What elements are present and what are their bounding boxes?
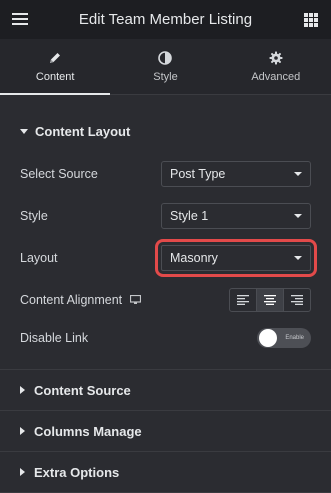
section-title: Content Source — [34, 382, 131, 398]
desktop-icon[interactable] — [130, 295, 142, 305]
panel-tabs: Content Style Advanced — [0, 39, 331, 95]
tab-style-label: Style — [153, 71, 178, 83]
content-alignment-label-wrap: Content Alignment — [20, 293, 142, 307]
tab-style[interactable]: Style — [110, 39, 220, 94]
content-alignment-row: Content Alignment — [20, 279, 311, 321]
extra-options-section[interactable]: Extra Options — [0, 452, 331, 493]
content-alignment-label: Content Alignment — [20, 293, 123, 307]
widgets-grid-icon[interactable] — [304, 13, 318, 27]
section-title: Content Layout — [35, 123, 131, 139]
style-value: Style 1 — [170, 209, 209, 223]
disable-link-label: Disable Link — [20, 331, 89, 345]
disable-link-toggle[interactable]: Enable — [257, 328, 311, 348]
caret-right-icon — [20, 386, 25, 394]
chevron-down-icon — [294, 256, 302, 260]
alignment-button-group — [229, 288, 311, 312]
align-right-icon — [291, 295, 303, 305]
select-source-label: Select Source — [20, 167, 98, 181]
tab-advanced[interactable]: Advanced — [221, 39, 331, 94]
align-center-button[interactable] — [257, 289, 284, 311]
half-circle-icon — [158, 50, 173, 66]
select-source-value: Post Type — [170, 167, 226, 181]
tab-content[interactable]: Content — [0, 39, 111, 95]
style-label: Style — [20, 209, 48, 223]
chevron-down-icon — [294, 172, 302, 176]
content-source-section[interactable]: Content Source — [0, 370, 331, 411]
layout-row: Layout Masonry — [20, 237, 317, 279]
caret-right-icon — [20, 427, 25, 435]
content-layout-section: Content Layout Select Source Post Type S… — [0, 95, 331, 370]
panel-title: Edit Team Member Listing — [78, 11, 253, 28]
layout-label: Layout — [20, 251, 58, 265]
gear-icon — [269, 50, 283, 66]
columns-manage-section[interactable]: Columns Manage — [0, 411, 331, 452]
panel-header: Edit Team Member Listing — [0, 0, 331, 39]
toggle-knob — [259, 329, 277, 347]
chevron-down-icon — [294, 214, 302, 218]
toggle-text: Enable — [285, 335, 304, 341]
align-right-button[interactable] — [284, 289, 310, 311]
caret-down-icon — [20, 128, 28, 134]
tab-advanced-label: Advanced — [251, 71, 301, 83]
layout-value: Masonry — [170, 251, 218, 265]
style-row: Style Style 1 — [20, 195, 311, 237]
layout-dropdown[interactable]: Masonry — [155, 239, 317, 277]
tab-content-label: Content — [35, 71, 75, 83]
disable-link-row: Disable Link Enable — [20, 321, 311, 355]
caret-right-icon — [20, 468, 25, 476]
align-left-icon — [237, 295, 249, 305]
select-source-row: Select Source Post Type — [20, 153, 311, 195]
align-left-button[interactable] — [230, 289, 257, 311]
select-source-dropdown[interactable]: Post Type — [161, 161, 311, 187]
align-center-icon — [264, 295, 276, 305]
style-dropdown[interactable]: Style 1 — [161, 203, 311, 229]
section-title: Columns Manage — [34, 423, 142, 439]
section-title: Extra Options — [34, 464, 120, 480]
pencil-icon — [48, 50, 62, 66]
